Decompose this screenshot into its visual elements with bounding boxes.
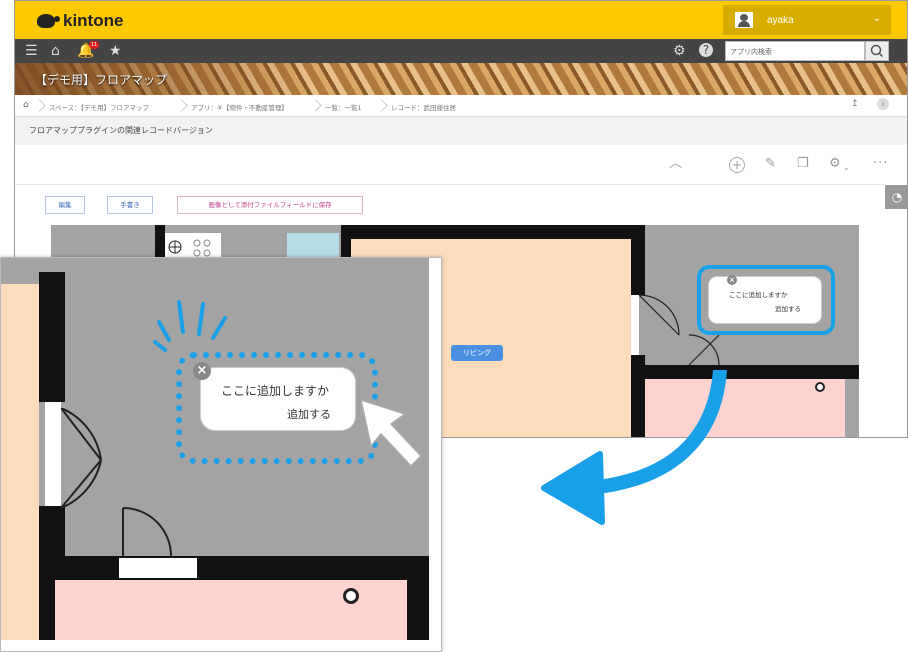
breadcrumb-space[interactable]: スペース：【デモ用】フロアマップ (49, 102, 149, 112)
gear-icon[interactable]: ⚙ (673, 43, 686, 59)
notification-badge: 11 (89, 41, 99, 49)
user-menu[interactable]: ayaka ⌄ (723, 5, 891, 35)
wall (351, 225, 641, 239)
home-icon[interactable]: ⌂ (51, 43, 60, 59)
add-here-popup: ここに追加しますか 追加する (709, 277, 821, 323)
menu-icon[interactable]: ☰ (25, 43, 38, 59)
curved-arrow-icon (541, 370, 727, 525)
pin-icon[interactable]: ↥ (851, 99, 859, 109)
door-frame (45, 402, 61, 506)
popup-question: ここに追加しますか (221, 384, 330, 398)
cursor-arrow-icon (359, 398, 423, 468)
duplicate-icon[interactable]: ❐ (797, 157, 809, 171)
top-header: kintone ayaka ⌄ (15, 1, 907, 39)
edit-button[interactable]: 編集 (45, 196, 85, 214)
divider (15, 184, 885, 185)
user-avatar-icon (735, 12, 753, 28)
app-banner: 【デモ用】フロアマップ (15, 63, 907, 95)
nav-bar: ☰ ⌂ 🔔 11 ★ ⚙ ? アプリ内検索 (15, 39, 907, 63)
add-record-icon[interactable]: + (729, 157, 745, 173)
add-here-popup-zoomed: ここに追加しますか 追加する (201, 368, 355, 430)
save-as-image-button[interactable]: 画像として添付ファイルフィールドに保存 (177, 196, 363, 214)
breadcrumb-separator (35, 98, 45, 114)
chevron-down-icon: ⌄ (872, 13, 881, 24)
settings-icon[interactable]: ⚙ (829, 157, 841, 171)
user-name: ayaka (767, 14, 794, 26)
edit-icon[interactable]: ✎ (765, 157, 776, 171)
side-panel-toggle-icon[interactable]: ◔ (885, 185, 907, 209)
zoomed-inset: ここに追加しますか 追加する × (0, 257, 442, 652)
page-subtitle: フロアマッププラグインの関連レコードバージョン (29, 126, 213, 135)
breadcrumb-view[interactable]: 一覧：一覧1 (325, 102, 362, 112)
door-frame (631, 295, 639, 355)
info-icon[interactable]: i (877, 98, 889, 110)
popup-add-button[interactable]: 追加する (775, 303, 801, 313)
zoomed-floor-plan: ここに追加しますか 追加する × (1, 258, 429, 640)
chevron-up-icon[interactable]: ︿ (669, 157, 682, 171)
room-tag-living[interactable]: リビング (451, 345, 503, 361)
star-icon[interactable]: ★ (109, 43, 122, 59)
breadcrumb-record: レコード：武田様住居 (391, 104, 456, 112)
wall (631, 225, 645, 295)
fixture-icon (815, 382, 825, 392)
search-button[interactable] (865, 41, 889, 61)
popup-question: ここに追加しますか (729, 291, 788, 299)
breadcrumb-separator (377, 98, 387, 114)
fixture-icon (343, 588, 359, 604)
wall (407, 580, 429, 640)
app-title: 【デモ用】フロアマップ (35, 73, 168, 87)
search-input[interactable]: アプリ内検索 (725, 41, 865, 61)
popup-add-button[interactable]: 追加する (287, 406, 331, 422)
breadcrumb-separator (177, 98, 187, 114)
kintone-logo[interactable]: kintone (37, 11, 123, 31)
kintone-logo-icon (37, 14, 60, 28)
more-options-icon[interactable]: ··· (873, 157, 888, 171)
breadcrumb-app[interactable]: アプリ：⑥【物件・不動産管理】 (191, 102, 288, 112)
breadcrumb: ⌂ スペース：【デモ用】フロアマップ アプリ：⑥【物件・不動産管理】 一覧：一覧… (15, 95, 907, 117)
handwriting-button[interactable]: 手書き (107, 196, 153, 214)
help-icon[interactable]: ? (699, 43, 713, 57)
close-icon[interactable]: × (727, 275, 737, 285)
close-icon[interactable]: × (193, 362, 211, 380)
search-icon (870, 44, 884, 58)
wall (39, 272, 65, 402)
record-toolbar: ︿ + ✎ ❐ ⚙ ⌄ ··· (15, 151, 907, 181)
living-room (1, 284, 39, 640)
chevron-down-icon: ⌄ (843, 163, 850, 172)
subtitle-bar: フロアマッププラグインの関連レコードバージョン (15, 117, 907, 145)
logo-text: kintone (63, 11, 124, 30)
breadcrumb-separator (311, 98, 321, 114)
home-breadcrumb-icon[interactable]: ⌂ (23, 100, 29, 110)
